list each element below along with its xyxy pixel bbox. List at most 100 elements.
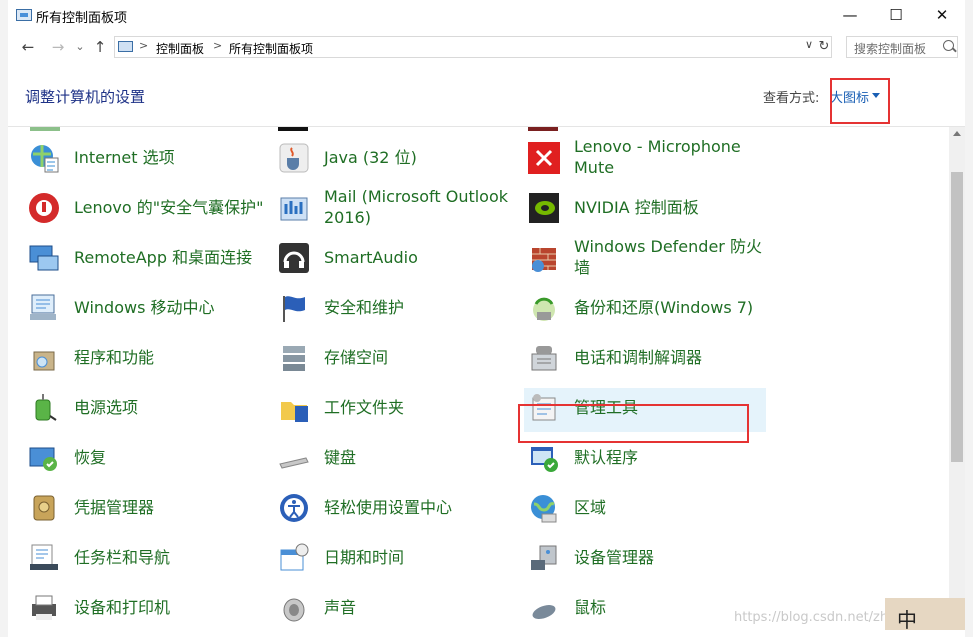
control-panel-window: 所有控制面板项 — ☐ ✕ ← → ⌄ ↑ > 控制面板 > 所有控制面板项 ∨… [8,0,965,630]
window-title: 所有控制面板项 [36,11,128,26]
up-button[interactable]: ↑ [90,37,110,57]
background-left-strip [0,0,8,637]
flag-icon [278,292,310,324]
highlight-box [518,404,749,443]
date-time-icon [278,542,310,574]
phone-modem-icon [528,342,560,374]
recent-locations-icon[interactable]: ⌄ [70,37,90,57]
control-panel-item[interactable]: Lenovo - Microphone Mute [524,137,760,182]
globe-settings-icon [28,142,60,174]
java-cup-icon [278,142,310,174]
item-label: 设备和打印机 [74,598,171,617]
background-right-strip [965,0,973,637]
control-panel-item[interactable]: Java (32 位) [274,138,510,182]
item-label: 电话和调制解调器 [574,348,703,367]
search-input[interactable]: 搜索控制面板 [846,36,958,58]
vertical-scrollbar[interactable] [949,127,965,630]
ease-of-access-icon [278,492,310,524]
control-panel-item[interactable]: 恢复 [24,438,260,482]
lenovo-airbag-icon [28,192,60,224]
control-panel-item[interactable]: 凭据管理器 [24,488,260,532]
control-panel-item[interactable]: Mail (Microsoft Outlook 2016) [274,187,510,232]
control-panel-item[interactable]: 键盘 [274,438,510,482]
item-label: 工作文件夹 [324,398,405,417]
work-folders-icon [278,392,310,424]
back-button[interactable]: ← [18,37,38,57]
control-panel-item[interactable]: NVIDIA 控制面板 [524,188,760,232]
item-label: 程序和功能 [74,348,155,367]
item-label: 区域 [574,498,607,517]
search-icon[interactable] [943,40,954,51]
control-panel-item[interactable]: 区域 [524,488,760,532]
item-label: 日期和时间 [324,548,405,567]
remoteapp-icon [28,242,60,274]
region-icon [528,492,560,524]
control-panel-item[interactable]: 设备和打印机 [24,588,260,630]
item-label: 鼠标 [574,598,607,617]
control-panel-icon [16,9,32,21]
item-label: 凭据管理器 [74,498,155,517]
scroll-thumb[interactable] [951,172,963,462]
default-programs-icon [528,442,560,474]
partial-icon [528,127,558,131]
control-panel-item[interactable]: 任务栏和导航 [24,538,260,582]
storage-icon [278,342,310,374]
breadcrumb-separator: > [139,39,149,52]
mobility-center-icon [28,292,60,324]
control-panel-item[interactable]: Windows Defender 防火 墙 [524,237,762,282]
item-label: Windows 移动中心 [74,298,215,317]
maximize-button[interactable]: ☐ [873,0,919,32]
control-panel-item[interactable]: SmartAudio [274,238,510,282]
control-panel-item[interactable]: 默认程序 [524,438,760,482]
navigation-bar: ← → ⌄ ↑ > 控制面板 > 所有控制面板项 ∨ ↻ 搜索控制面板 [8,32,965,62]
credential-icon [28,492,60,524]
minimize-button[interactable]: — [827,0,873,32]
item-label: 轻松使用设置中心 [324,498,453,517]
control-panel-item[interactable]: 工作文件夹 [274,388,510,432]
item-label: Java (32 位) [324,148,417,167]
item-label: 备份和还原(Windows 7) [574,298,754,317]
control-panel-item[interactable]: Lenovo 的"安全气囊保护" [24,188,263,232]
control-panel-item[interactable]: 安全和维护 [274,288,510,332]
item-label: Lenovo - Microphone Mute [574,137,741,177]
control-panel-item[interactable]: 存储空间 [274,338,510,382]
microphone-mute-icon [528,142,560,174]
content-header: 调整计算机的设置 查看方式: 大图标 [8,62,965,127]
headphones-icon [278,242,310,274]
item-label: 声音 [324,598,357,617]
mouse-icon [528,592,560,624]
item-label: 键盘 [324,448,357,467]
refresh-button[interactable]: ↻ [815,37,833,57]
keyboard-icon [278,442,310,474]
control-panel-item[interactable]: 日期和时间 [274,538,510,582]
close-button[interactable]: ✕ [919,0,965,32]
scroll-up-icon[interactable] [953,131,961,136]
page-title: 调整计算机的设置 [25,88,146,106]
ime-indicator: 中 [885,598,965,632]
breadcrumb-all-items[interactable]: 所有控制面板项 [229,40,313,57]
control-panel-item[interactable]: 设备管理器 [524,538,760,582]
control-panel-item[interactable]: Internet 选项 [24,138,260,182]
control-panel-item[interactable]: 程序和功能 [24,338,260,382]
item-label: 设备管理器 [574,548,655,567]
nvidia-icon [528,192,560,224]
control-panel-item[interactable]: 备份和还原(Windows 7) [524,288,760,332]
search-placeholder: 搜索控制面板 [854,42,927,56]
control-panel-icon [118,41,133,52]
control-panel-item[interactable]: Windows 移动中心 [24,288,260,332]
address-bar[interactable]: > 控制面板 > 所有控制面板项 ∨ [114,36,832,58]
control-panel-item[interactable]: 轻松使用设置中心 [274,488,510,532]
item-label: 任务栏和导航 [74,548,171,567]
control-panel-item[interactable]: 电源选项 [24,388,260,432]
breadcrumb-control-panel[interactable]: 控制面板 [156,40,204,57]
address-dropdown-button[interactable]: ∨ [805,38,813,51]
item-label: SmartAudio [324,248,418,267]
item-label: Windows Defender 防火 墙 [574,237,762,277]
control-panel-item[interactable]: 声音 [274,588,510,630]
control-panel-item[interactable]: 电话和调制解调器 [524,338,760,382]
forward-button[interactable]: → [48,37,68,57]
control-panel-item[interactable]: 鼠标 [524,588,760,630]
power-icon [28,392,60,424]
control-panel-item[interactable]: RemoteApp 和桌面连接 [24,238,260,282]
item-label: 存储空间 [324,348,389,367]
